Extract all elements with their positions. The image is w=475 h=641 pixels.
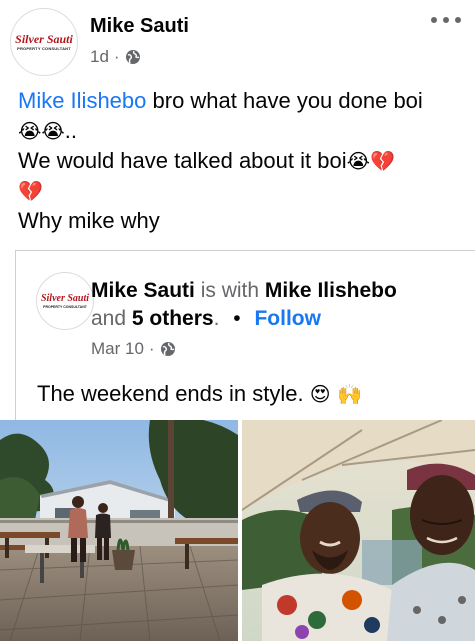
post-text: Mike Ilishebo bro what have you done boi… [18, 86, 463, 236]
follow-button[interactable]: Follow [254, 307, 321, 330]
and-text: and [91, 307, 127, 330]
globe-icon[interactable] [125, 49, 141, 65]
avatar-logo-subtext: PROPERTY CONSULTANT [17, 46, 71, 51]
post-text-line: 💔 [18, 176, 463, 206]
post-text-line: 😭😭.. [18, 116, 463, 146]
heart-eyes-clap-emoji: 😍 🙌 [309, 382, 362, 406]
is-with-text: is with [200, 279, 260, 302]
post-text-fragment: We would have talked about it boi [18, 148, 347, 173]
globe-icon[interactable] [160, 341, 176, 357]
photo-courtyard[interactable] [0, 420, 238, 641]
tagged-friend-name[interactable]: Mike Ilishebo [265, 279, 397, 302]
avatar-logo-text: Silver Sauti [15, 32, 73, 46]
shared-post-card[interactable]: Silver Sauti PROPERTY CONSULTANT Mike Sa… [15, 250, 475, 425]
author-avatar[interactable]: Silver Sauti PROPERTY CONSULTANT [10, 8, 78, 76]
post-text-line: We would have talked about it boi😭💔 [18, 146, 463, 176]
bullet-separator: • [233, 307, 241, 330]
author-name[interactable]: Mike Sauti [90, 14, 189, 38]
photo-selfie[interactable] [242, 420, 475, 641]
shared-post-date[interactable]: Mar 10 [91, 339, 144, 359]
avatar-logo-subtext: PROPERTY CONSULTANT [43, 304, 87, 309]
shared-author-avatar[interactable]: Silver Sauti PROPERTY CONSULTANT [36, 272, 94, 330]
meta-separator: · [148, 339, 155, 358]
period-text: . [213, 307, 220, 330]
shared-post-header: Mike Sauti is with Mike Ilishebo and 5 o… [91, 277, 461, 333]
meta-separator: · [113, 47, 120, 66]
shared-author-name[interactable]: Mike Sauti [91, 279, 195, 302]
avatar-logo-text: Silver Sauti [40, 292, 90, 304]
facebook-post: Silver Sauti PROPERTY CONSULTANT Mike Sa… [0, 0, 475, 641]
post-text-fragment: Why mike why [18, 208, 160, 233]
post-text-line: Mike Ilishebo bro what have you done boi [18, 86, 463, 116]
crying-broken-heart-emoji: 😭💔 [346, 149, 395, 173]
broken-heart-emoji: 💔 [18, 179, 43, 203]
shared-text-fragment: The weekend ends in style. [37, 381, 304, 406]
post-text-fragment: bro what have you done boi [146, 88, 423, 113]
mention-link[interactable]: Mike Ilishebo [18, 88, 146, 113]
shared-post-text: The weekend ends in style. 😍 🙌 [37, 379, 362, 409]
shared-post-meta: Mar 10 · [91, 339, 176, 359]
crying-emoji: 😭😭 [18, 119, 65, 143]
more-options-icon[interactable] [431, 10, 461, 30]
post-text-fragment: .. [64, 118, 77, 143]
post-meta: 1d · [90, 47, 141, 67]
post-text-line: Why mike why [18, 206, 463, 236]
post-timestamp[interactable]: 1d [90, 47, 109, 67]
others-link[interactable]: 5 others [132, 307, 214, 330]
